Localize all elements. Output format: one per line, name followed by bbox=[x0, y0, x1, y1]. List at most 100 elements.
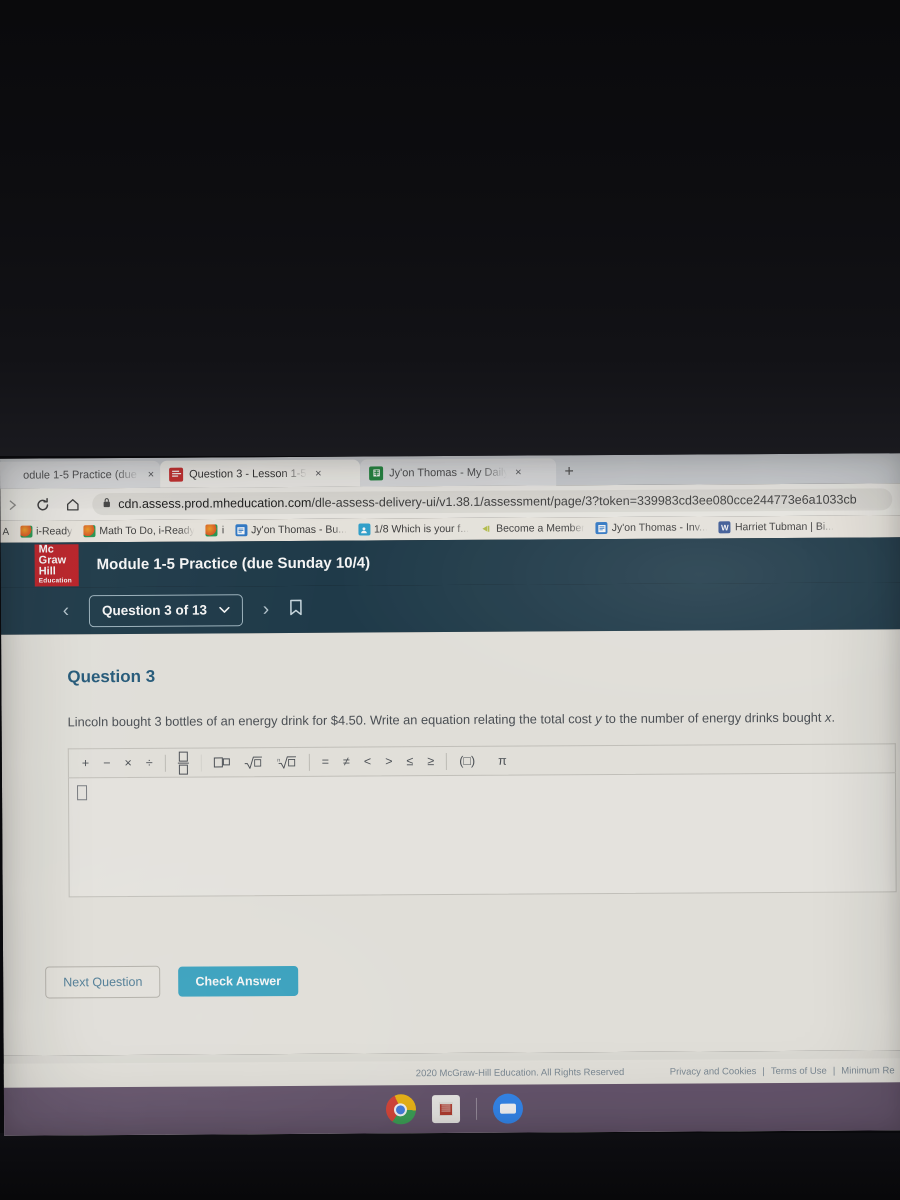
arrow-forward-icon[interactable] bbox=[2, 495, 22, 515]
pi-button[interactable]: π bbox=[482, 754, 514, 768]
footer-separator: | bbox=[762, 1065, 765, 1077]
footer-separator: | bbox=[832, 1065, 836, 1077]
answer-input[interactable] bbox=[67, 772, 897, 898]
greater-than-button[interactable]: > bbox=[378, 754, 399, 768]
bookmark-item-1[interactable]: Math To Do, i-Ready bbox=[83, 525, 195, 538]
screenshot-root: odule 1-5 Practice (due Sunda × Question… bbox=[0, 0, 900, 1200]
link-icon bbox=[480, 523, 492, 535]
equals-button[interactable]: = bbox=[315, 755, 336, 769]
toolbar-divider bbox=[200, 754, 202, 772]
google-sheets-icon bbox=[369, 465, 384, 480]
toolbar-divider bbox=[164, 754, 166, 772]
wikipedia-icon: W bbox=[718, 521, 731, 534]
iready-icon bbox=[20, 525, 33, 538]
browser-tab-1[interactable]: Question 3 - Lesson 1-5 · Practic × bbox=[160, 459, 361, 488]
question-heading: Question 3 bbox=[67, 666, 156, 687]
fraction-button[interactable] bbox=[171, 751, 196, 775]
bookmark-item-3[interactable]: Jy'on Thomas - Bu... bbox=[235, 524, 347, 537]
bookmark-label: Jy'on Thomas - Bu... bbox=[251, 523, 347, 537]
kami-icon[interactable] bbox=[431, 1094, 460, 1124]
zoom-icon[interactable] bbox=[492, 1093, 523, 1124]
next-question-button[interactable]: Next Question bbox=[45, 965, 161, 999]
bookmark-item-2[interactable]: i bbox=[205, 524, 225, 537]
google-docs-icon bbox=[595, 522, 608, 535]
plus-button[interactable]: + bbox=[75, 756, 96, 770]
question-selector-dropdown[interactable]: Question 3 of 13 bbox=[88, 593, 244, 627]
bookmark-label: 1/8 Which is your f... bbox=[373, 522, 470, 536]
address-bar[interactable]: cdn.assess.prod.mheducation.com/dle-asse… bbox=[92, 488, 893, 516]
bookmark-icon[interactable] bbox=[289, 598, 303, 620]
browser-tab-label: Jy'on Thomas - My Daily Schedu bbox=[389, 466, 508, 479]
next-question-arrow-button[interactable]: › bbox=[257, 599, 275, 621]
bookmark-label: Become a Member bbox=[496, 522, 585, 535]
parentheses-button[interactable]: (□) bbox=[452, 754, 482, 768]
taskbar-divider bbox=[475, 1097, 477, 1120]
browser-tab-label: Question 3 - Lesson 1-5 · Practic bbox=[189, 467, 307, 481]
question-body-part-1: Lincoln bought 3 bottles of an energy dr… bbox=[67, 711, 596, 730]
bookmark-label: Harriet Tubman | Bi... bbox=[734, 520, 834, 534]
question-body: Lincoln bought 3 bottles of an energy dr… bbox=[68, 707, 900, 731]
browser-tab-0[interactable]: odule 1-5 Practice (due Sunda × bbox=[0, 460, 161, 489]
mheducation-icon bbox=[169, 467, 184, 482]
logo-line-3: Hill bbox=[38, 565, 56, 578]
toolbar-divider bbox=[446, 752, 448, 770]
nth-root-button[interactable]: n bbox=[270, 754, 304, 769]
url-path: /dle-assess-delivery-ui/v1.38.1/assessme… bbox=[311, 492, 857, 510]
action-button-row: Next Question Check Answer bbox=[45, 965, 299, 999]
not-equals-button[interactable]: ≠ bbox=[336, 755, 357, 769]
svg-text:n: n bbox=[277, 757, 280, 763]
photo-dark-surround-top bbox=[0, 0, 900, 456]
greater-equal-button[interactable]: ≥ bbox=[420, 754, 441, 768]
reload-icon[interactable] bbox=[32, 494, 52, 514]
terms-of-use-link[interactable]: Terms of Use bbox=[771, 1065, 827, 1076]
google-docs-icon bbox=[235, 524, 248, 537]
app-header: Mc Graw Hill Education Module 1-5 Practi… bbox=[0, 537, 900, 588]
divide-button[interactable]: ÷ bbox=[139, 756, 160, 770]
square-root-button[interactable] bbox=[237, 755, 270, 770]
photo-dark-surround-bottom bbox=[0, 1133, 900, 1200]
previous-question-button[interactable]: ‹ bbox=[57, 600, 75, 622]
less-than-button[interactable]: < bbox=[357, 754, 378, 768]
chevron-down-icon bbox=[219, 604, 230, 616]
bookmark-item-6[interactable]: Jy'on Thomas - Inv... bbox=[595, 521, 708, 535]
math-placeholder-box bbox=[77, 785, 88, 801]
question-navigation-bar: ‹ Question 3 of 13 › bbox=[0, 582, 900, 635]
bookmark-label: Jy'on Thomas - Inv... bbox=[611, 521, 708, 535]
question-content-area: Question 3 Lincoln bought 3 bottles of a… bbox=[1, 629, 900, 1056]
url-host: cdn.assess.prod.mheducation.com bbox=[118, 495, 312, 512]
bookmark-overflow[interactable]: A bbox=[2, 526, 9, 537]
minimum-requirements-link[interactable]: Minimum Re bbox=[841, 1065, 894, 1076]
check-answer-button[interactable]: Check Answer bbox=[178, 965, 299, 997]
os-taskbar bbox=[3, 1082, 900, 1136]
exponent-button[interactable] bbox=[207, 757, 237, 768]
privacy-and-cookies-link[interactable]: Privacy and Cookies bbox=[670, 1066, 757, 1078]
question-body-part-2: to the number of energy drinks bought bbox=[601, 709, 826, 727]
laptop-screen: odule 1-5 Practice (due Sunda × Question… bbox=[0, 453, 900, 1136]
bookmark-item-5[interactable]: Become a Member bbox=[480, 522, 585, 535]
new-tab-button[interactable]: + bbox=[556, 459, 582, 485]
bookmark-item-7[interactable]: W Harriet Tubman | Bi... bbox=[718, 520, 834, 534]
chrome-icon[interactable] bbox=[385, 1094, 416, 1125]
browser-tab-2[interactable]: Jy'on Thomas - My Daily Schedu × bbox=[360, 458, 557, 487]
iready-icon bbox=[205, 524, 218, 537]
blank-icon bbox=[3, 468, 17, 482]
footer-links: Privacy and Cookies | Terms of Use | Min… bbox=[670, 1065, 895, 1077]
home-icon[interactable] bbox=[62, 494, 82, 514]
bookmark-item-4[interactable]: 1/8 Which is your f... bbox=[357, 522, 470, 536]
logo-line-4: Education bbox=[38, 577, 72, 585]
bookmark-label: i bbox=[221, 524, 225, 537]
iready-icon bbox=[83, 525, 96, 538]
minus-button[interactable]: − bbox=[96, 756, 117, 770]
bookmark-item-0[interactable]: i-Ready bbox=[20, 525, 72, 538]
question-body-part-3: . bbox=[831, 709, 836, 725]
copyright-text: 2020 McGraw-Hill Education. All Rights R… bbox=[415, 1066, 625, 1079]
close-icon[interactable]: × bbox=[515, 466, 522, 478]
google-forms-icon bbox=[357, 523, 370, 536]
close-icon[interactable]: × bbox=[315, 467, 322, 479]
page-title: Module 1-5 Practice (due Sunday 10/4) bbox=[96, 554, 371, 574]
close-icon[interactable]: × bbox=[148, 468, 155, 480]
less-equal-button[interactable]: ≤ bbox=[399, 754, 420, 768]
multiply-button[interactable]: × bbox=[117, 756, 138, 770]
url-text: cdn.assess.prod.mheducation.com/dle-asse… bbox=[118, 493, 856, 512]
browser-tab-label: odule 1-5 Practice (due Sunda bbox=[23, 468, 140, 482]
